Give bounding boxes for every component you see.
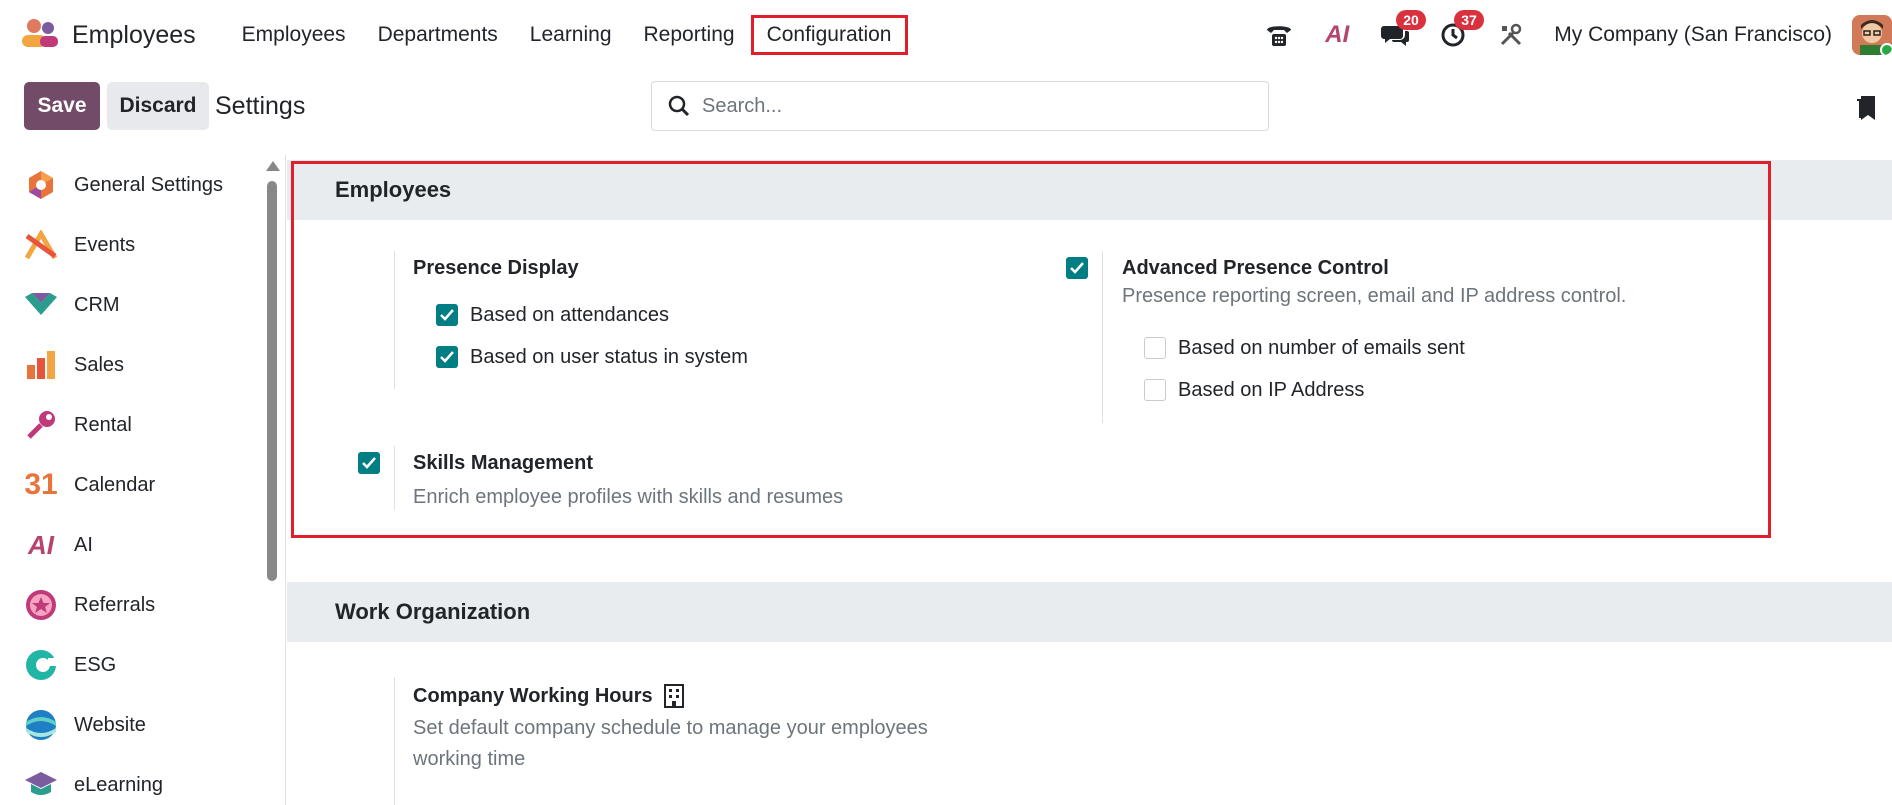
menu-reporting[interactable]: Reporting bbox=[628, 15, 751, 55]
sidebar-item-events[interactable]: Events bbox=[0, 215, 285, 275]
advanced-presence-checkbox[interactable] bbox=[1066, 257, 1088, 279]
company-working-hours-title: Company Working Hours bbox=[413, 684, 653, 707]
website-icon bbox=[24, 708, 58, 742]
sidebar-item-referrals[interactable]: Referrals bbox=[0, 575, 285, 635]
sidebar-item-esg[interactable]: ESG bbox=[0, 635, 285, 695]
menu-learning[interactable]: Learning bbox=[514, 15, 628, 55]
option-based-on-emails-sent[interactable]: Based on number of emails sent bbox=[1144, 327, 1465, 369]
ai-icon[interactable]: AI bbox=[1322, 20, 1352, 50]
user-avatar[interactable] bbox=[1852, 15, 1892, 55]
company-working-hours-description: Set default company schedule to manage y… bbox=[413, 717, 928, 770]
section-header-employees: Employees bbox=[287, 160, 1892, 220]
option-based-on-ip-address[interactable]: Based on IP Address bbox=[1144, 369, 1465, 411]
sidebar-item-ai[interactable]: AI AI bbox=[0, 515, 285, 575]
ip-address-checkbox[interactable] bbox=[1144, 379, 1166, 401]
phone-icon[interactable] bbox=[1264, 20, 1294, 50]
search-icon bbox=[668, 95, 690, 117]
esg-icon bbox=[24, 648, 58, 682]
discard-button[interactable]: Discard bbox=[107, 82, 209, 130]
section-header-work-organization: Work Organization bbox=[287, 582, 1892, 642]
settings-main: Employees Presence Display Based on atte… bbox=[287, 155, 1892, 805]
general-settings-icon bbox=[24, 168, 58, 202]
building-icon bbox=[663, 683, 685, 709]
activity-clock-icon[interactable]: 37 bbox=[1438, 10, 1484, 50]
skills-management-title: Skills Management bbox=[413, 452, 594, 474]
sidebar-item-sales[interactable]: Sales bbox=[0, 335, 285, 395]
scroll-up-arrow-icon[interactable] bbox=[266, 161, 280, 171]
setting-presence-display: Presence Display Based on attendances Ba… bbox=[394, 251, 894, 389]
sales-icon bbox=[24, 348, 58, 382]
menu-configuration[interactable]: Configuration bbox=[750, 15, 908, 55]
option-based-on-attendances[interactable]: Based on attendances bbox=[436, 294, 894, 336]
skills-management-description: Enrich employee profiles with skills and… bbox=[413, 486, 844, 508]
elearning-icon bbox=[24, 768, 58, 802]
employees-app-icon bbox=[20, 18, 60, 53]
systray: AI 20 37 My Company (San Francisco) bbox=[1264, 0, 1892, 70]
tools-icon[interactable] bbox=[1496, 20, 1526, 50]
top-navbar: Employees Employees Departments Learning… bbox=[0, 0, 1892, 70]
skills-management-checkbox[interactable] bbox=[358, 452, 380, 474]
crm-icon bbox=[24, 288, 58, 322]
setting-advanced-presence-control: Advanced Presence Control Presence repor… bbox=[1102, 251, 1742, 423]
control-panel: Save Discard Settings bbox=[0, 70, 1892, 154]
sidebar-item-rental[interactable]: Rental bbox=[0, 395, 285, 455]
main-menu: Employees Departments Learning Reporting… bbox=[226, 15, 908, 55]
activities-badge: 37 bbox=[1454, 10, 1484, 30]
setting-skills-management: Skills Management Enrich employee profil… bbox=[394, 446, 1034, 510]
save-button[interactable]: Save bbox=[24, 82, 100, 130]
app-name: Employees bbox=[72, 20, 196, 49]
sidebar-scrollbar[interactable] bbox=[264, 155, 280, 805]
app-brand[interactable]: Employees bbox=[20, 18, 196, 53]
menu-employees[interactable]: Employees bbox=[226, 15, 362, 55]
messages-icon[interactable]: 20 bbox=[1380, 10, 1426, 50]
calendar-icon: 31 bbox=[24, 468, 58, 501]
advanced-presence-description: Presence reporting screen, email and IP … bbox=[1122, 285, 1627, 307]
search-input[interactable] bbox=[702, 94, 1242, 118]
sidebar-item-elearning[interactable]: eLearning bbox=[0, 755, 285, 805]
sidebar-item-general-settings[interactable]: General Settings bbox=[0, 155, 285, 215]
sidebar-item-calendar[interactable]: 31 Calendar bbox=[0, 455, 285, 515]
advanced-presence-title: Advanced Presence Control bbox=[1122, 257, 1389, 279]
online-status-dot bbox=[1880, 43, 1892, 55]
bookmark-icon[interactable] bbox=[1855, 94, 1877, 127]
events-icon bbox=[24, 228, 58, 262]
referrals-icon bbox=[24, 588, 58, 622]
ai-icon: AI bbox=[28, 529, 54, 560]
menu-departments[interactable]: Departments bbox=[362, 15, 514, 55]
rental-icon bbox=[24, 408, 58, 442]
attendances-checkbox[interactable] bbox=[436, 304, 458, 326]
company-switcher[interactable]: My Company (San Francisco) bbox=[1554, 23, 1832, 47]
scroll-thumb[interactable] bbox=[267, 181, 277, 581]
presence-display-title: Presence Display bbox=[413, 257, 579, 279]
user-status-checkbox[interactable] bbox=[436, 346, 458, 368]
messages-badge: 20 bbox=[1396, 10, 1426, 30]
emails-sent-checkbox[interactable] bbox=[1144, 337, 1166, 359]
setting-company-working-hours: Company Working Hours Set default compan… bbox=[394, 677, 1034, 805]
sidebar-item-crm[interactable]: CRM bbox=[0, 275, 285, 335]
settings-sidebar: General Settings Events CRM Sales Rental… bbox=[0, 155, 286, 805]
sidebar-item-website[interactable]: Website bbox=[0, 695, 285, 755]
search-box[interactable] bbox=[651, 81, 1269, 131]
option-based-on-user-status[interactable]: Based on user status in system bbox=[436, 336, 894, 378]
page-title: Settings bbox=[215, 92, 306, 120]
